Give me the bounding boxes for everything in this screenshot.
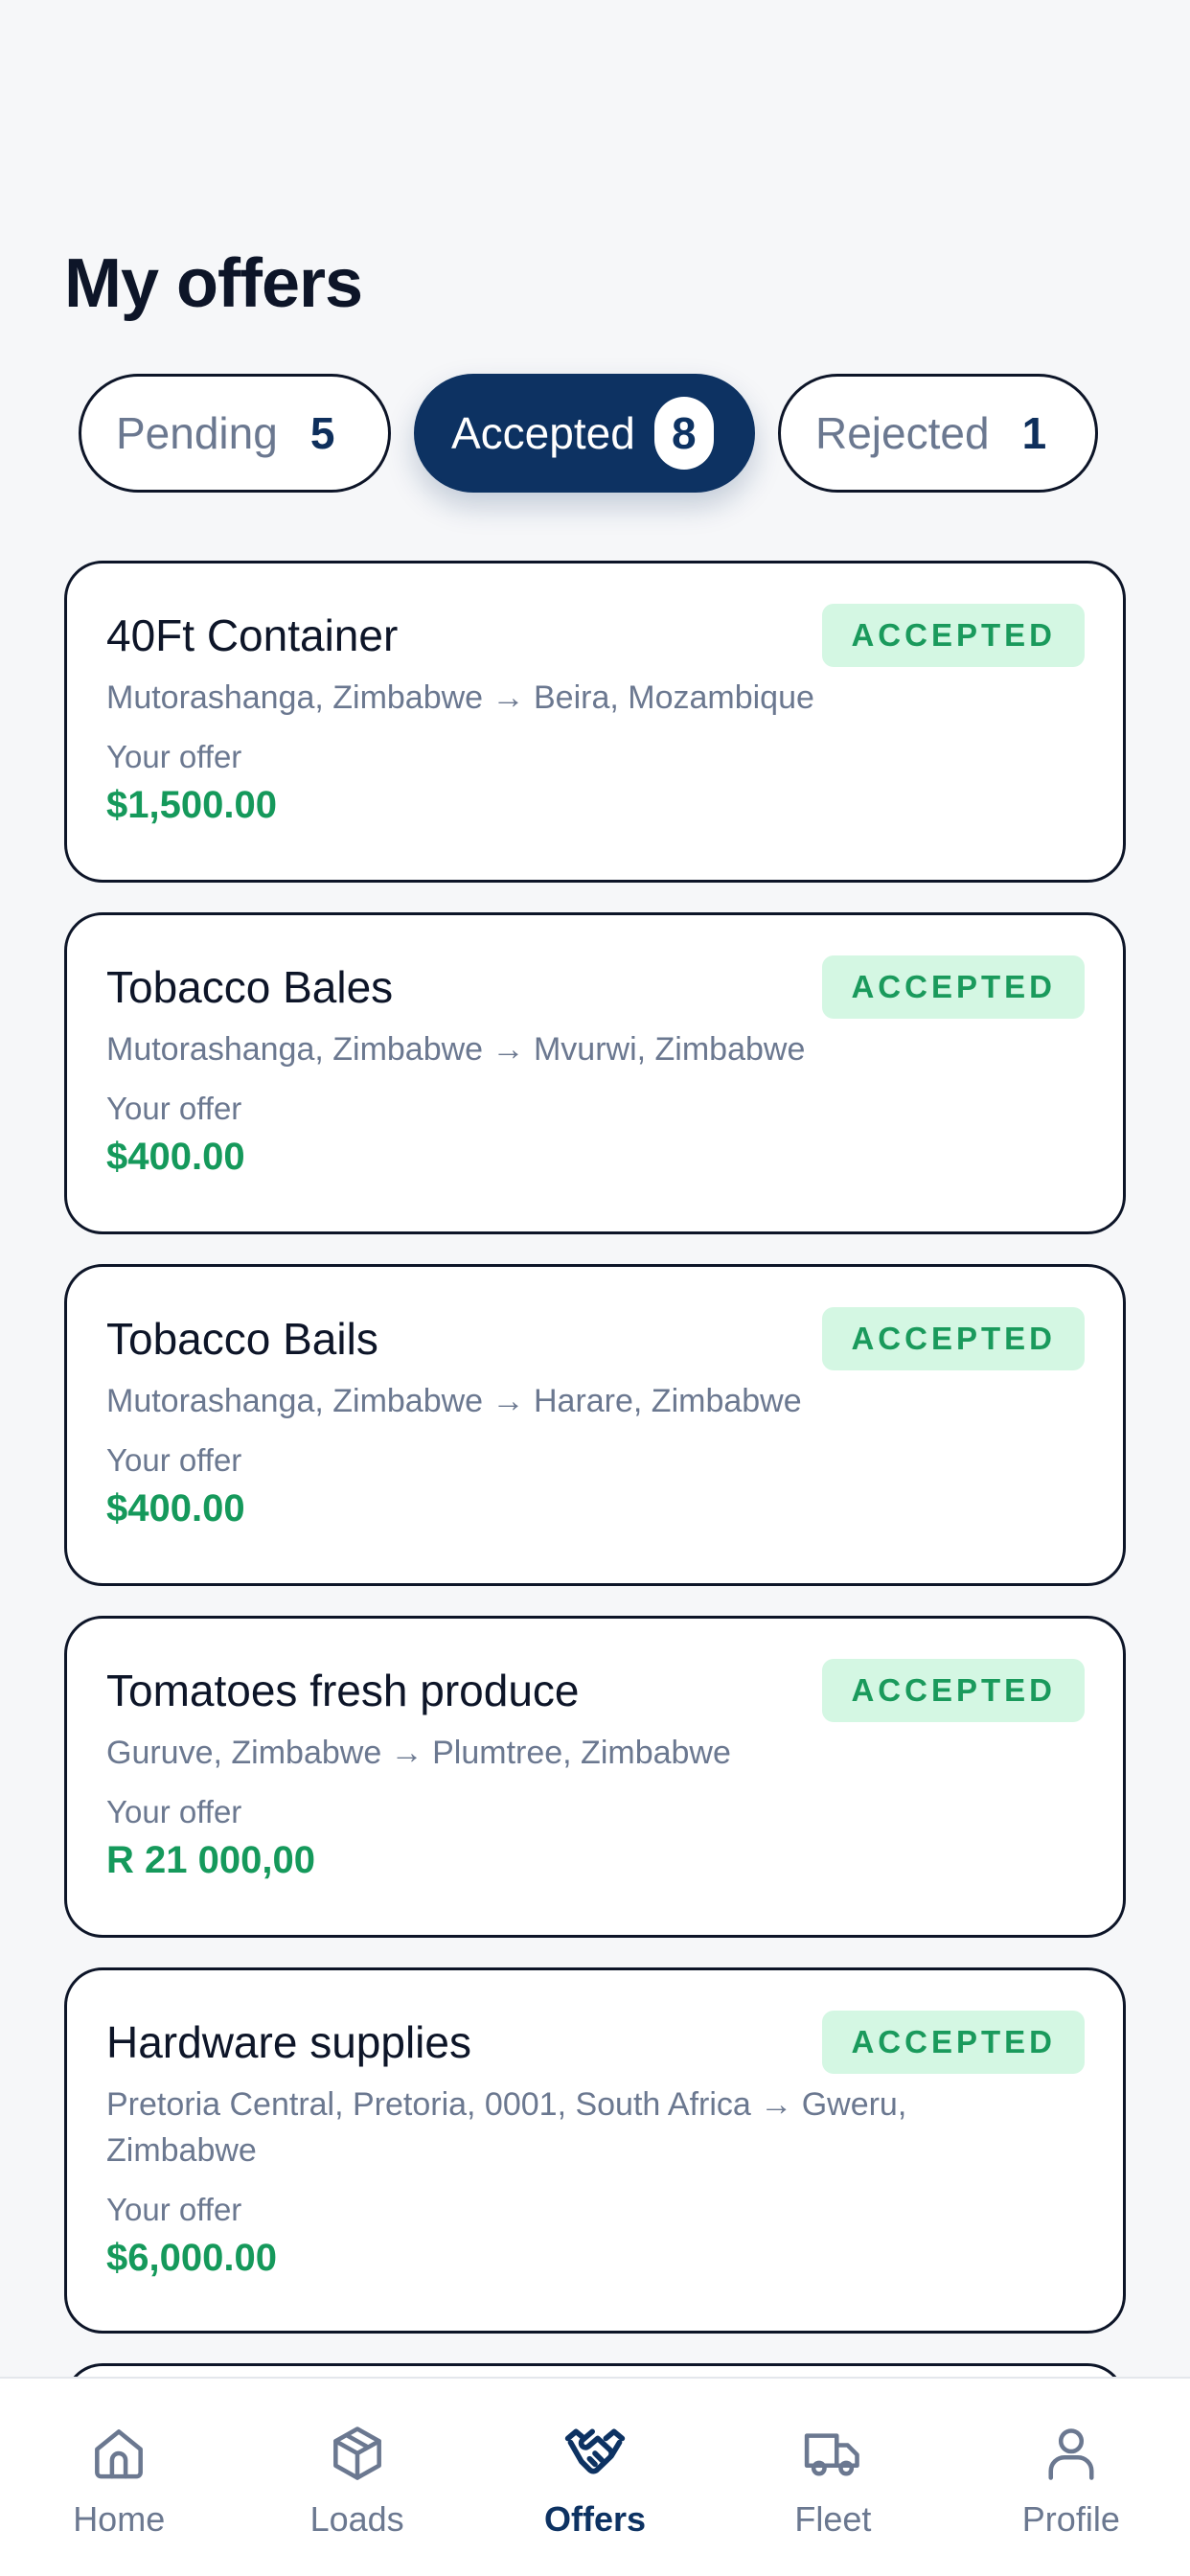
nav-label: Home [73,2499,166,2539]
status-badge: ACCEPTED [822,955,1085,1019]
nav-offers[interactable]: Offers [476,2379,714,2576]
offer-route: Mutorashanga, Zimbabwe → Harare, Zimbabw… [106,1383,802,1419]
status-badge: ACCEPTED [822,1659,1085,1722]
offers-list: 40Ft Container ACCEPTED Mutorashanga, Zi… [64,561,1126,2363]
user-icon [1048,2428,1094,2480]
tab-accepted[interactable]: Accepted 8 [414,374,755,493]
offer-label: Your offer [106,1794,242,1829]
offer-route: Guruve, Zimbabwe → Plumtree, Zimbabwe [106,1735,731,1771]
page-title: My offers [64,245,363,322]
offer-route: Mutorashanga, Zimbabwe → Mvurwi, Zimbabw… [106,1031,806,1068]
offer-card[interactable]: Tobacco Bails ACCEPTED Mutorashanga, Zim… [64,1264,1126,1586]
offer-amount: $400.00 [106,1136,245,1178]
nav-profile[interactable]: Profile [952,2379,1190,2576]
tab-label: Accepted [451,408,635,458]
tab-count: 1 [1021,408,1047,458]
nav-label: Profile [1021,2499,1120,2539]
offer-label: Your offer [106,2192,242,2227]
nav-loads[interactable]: Loads [238,2379,475,2576]
box-icon [332,2426,381,2480]
offer-card[interactable]: Hardware supplies ACCEPTED Pretoria Cent… [64,1967,1126,2334]
tab-label: Pending [116,408,278,458]
nav-label: Loads [309,2499,404,2539]
offer-label: Your offer [106,1091,242,1126]
nav-label: Offers [544,2499,647,2539]
tab-pending[interactable]: Pending 5 [79,374,391,493]
truck-icon [805,2433,860,2476]
status-badge: ACCEPTED [822,2011,1085,2074]
home-icon [95,2429,144,2479]
offer-amount: $6,000.00 [106,2237,277,2279]
nav-fleet[interactable]: Fleet [714,2379,951,2576]
offer-status-tabs: Pending 5 Accepted 8 Rejected 1 [79,374,1098,493]
status-badge: ACCEPTED [822,604,1085,667]
tab-label: Rejected [815,408,990,458]
offer-amount: R 21 000,00 [106,1839,315,1881]
status-badge: ACCEPTED [822,1307,1085,1370]
offer-card[interactable]: Tomatoes fresh produce ACCEPTED Guruve, … [64,1616,1126,1938]
tab-count: 8 [653,397,714,470]
offer-amount: $400.00 [106,1487,245,1530]
tab-rejected[interactable]: Rejected 1 [778,374,1098,493]
handshake-icon [564,2428,626,2474]
offer-amount: $1,500.00 [106,784,277,826]
offer-card[interactable]: Tobacco Bales ACCEPTED Mutorashanga, Zim… [64,912,1126,1234]
nav-home[interactable]: Home [0,2379,238,2576]
bottom-nav: Home Loads Offers Fleet Profile [0,2377,1190,2576]
offer-route: Mutorashanga, Zimbabwe → Beira, Mozambiq… [106,679,814,716]
offer-route: Pretoria Central, Pretoria, 0001, South … [106,2086,907,2169]
nav-label: Fleet [794,2499,872,2539]
tab-count: 5 [309,408,335,458]
offer-label: Your offer [106,739,242,774]
offer-card[interactable]: 40Ft Container ACCEPTED Mutorashanga, Zi… [64,561,1126,883]
offer-label: Your offer [106,1442,242,1478]
